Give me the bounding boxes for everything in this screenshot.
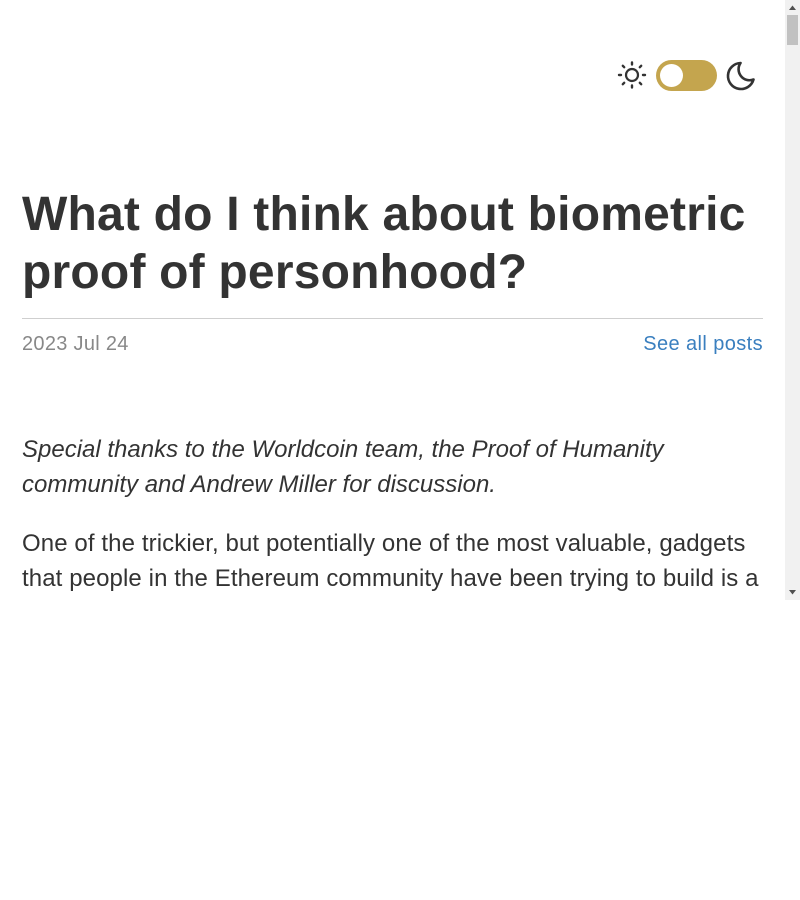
scroll-down-arrow-icon[interactable] <box>785 585 800 600</box>
intro-paragraph: One of the trickier, but potentially one… <box>22 530 759 592</box>
scroll-up-arrow-icon[interactable] <box>785 0 800 15</box>
see-all-posts-link[interactable]: See all posts <box>643 332 763 356</box>
theme-switch-knob <box>660 64 683 87</box>
page-viewport: What do I think about biometric proof of… <box>0 0 800 600</box>
post-title: What do I think about biometric proof of… <box>22 188 746 299</box>
moon-icon <box>726 61 755 91</box>
vertical-scrollbar[interactable] <box>785 0 800 600</box>
post-date: 2023 Jul 24 <box>22 333 129 355</box>
scrollbar-thumb[interactable] <box>787 15 798 45</box>
theme-toggle <box>617 60 757 91</box>
theme-switch[interactable] <box>656 60 717 91</box>
sun-icon <box>617 61 647 89</box>
acknowledgements: Special thanks to the Worldcoin team, th… <box>22 436 664 498</box>
title-divider <box>22 318 763 319</box>
